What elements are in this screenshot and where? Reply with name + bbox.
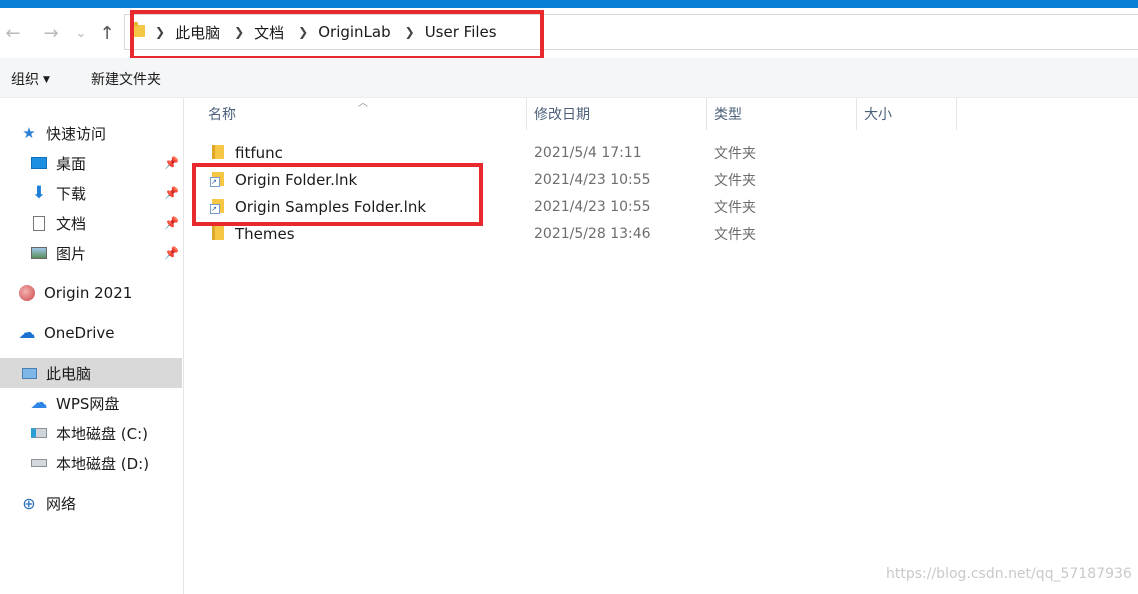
pin-icon[interactable]: 📌 <box>164 186 179 200</box>
sidebar-item-quick-access[interactable]: ★ 快速访问 <box>0 118 183 148</box>
window-top-strip <box>0 0 1138 8</box>
up-button[interactable]: ↑ <box>96 22 118 44</box>
network-icon: ⊕ <box>22 493 36 513</box>
sidebar-item-label: 快速访问 <box>46 124 107 143</box>
folder-icon <box>212 226 224 240</box>
sidebar-item-pictures[interactable]: 图片 📌 <box>0 238 183 268</box>
new-folder-button[interactable]: 新建文件夹 <box>91 69 161 89</box>
origin-app-icon <box>18 284 36 302</box>
desktop-icon <box>30 154 48 172</box>
sidebar-item-label: 本地磁盘 (C:) <box>56 424 148 443</box>
recent-locations-button[interactable]: ⌄ <box>70 22 92 44</box>
address-highlight-box <box>130 10 544 60</box>
file-name: fitfunc <box>235 143 283 162</box>
documents-icon <box>30 214 48 232</box>
column-header-size[interactable]: 大小 <box>857 98 956 130</box>
sidebar-item-label: 桌面 <box>56 154 87 173</box>
file-type: 文件夹 <box>714 172 756 189</box>
sidebar-item-label: 下载 <box>56 184 87 203</box>
drive-icon <box>30 454 48 472</box>
back-arrow-icon: ← <box>5 22 21 44</box>
organize-button[interactable]: 组织 ▼ <box>11 69 50 89</box>
forward-arrow-icon: → <box>43 22 59 44</box>
sidebar-item-desktop[interactable]: 桌面 📌 <box>0 148 183 178</box>
navigation-pane: ★ 快速访问 桌面 📌 ⬇ 下载 📌 文档 📌 图片 📌 Origin 2021… <box>0 98 184 594</box>
column-divider[interactable] <box>956 98 957 130</box>
sidebar-item-label: 文档 <box>56 214 87 233</box>
sidebar-item-drive-d[interactable]: 本地磁盘 (D:) <box>0 448 183 478</box>
sidebar-item-label: 网络 <box>46 494 77 513</box>
column-header-type[interactable]: 类型 <box>707 98 856 130</box>
shortcut-files-highlight-box <box>192 163 483 226</box>
sidebar-item-drive-c[interactable]: 本地磁盘 (C:) <box>0 418 183 448</box>
back-button[interactable]: ← <box>2 22 24 44</box>
sidebar-item-network[interactable]: ⊕ 网络 <box>0 488 183 518</box>
column-header-label: 名称 <box>208 107 236 123</box>
command-bar: 组织 ▼ 新建文件夹 <box>0 58 1138 98</box>
download-icon: ⬇ <box>31 183 47 203</box>
forward-button[interactable]: → <box>40 22 62 44</box>
new-folder-label: 新建文件夹 <box>91 72 161 88</box>
sidebar-item-label: WPS网盘 <box>56 394 120 413</box>
file-modified: 2021/4/23 10:55 <box>534 171 651 188</box>
caret-down-icon: ▼ <box>43 75 50 85</box>
sidebar-item-label: 本地磁盘 (D:) <box>56 454 150 473</box>
sidebar-item-label: 图片 <box>56 244 87 263</box>
up-arrow-icon: ↑ <box>99 22 115 44</box>
pictures-icon <box>30 244 48 262</box>
file-modified: 2021/5/4 17:11 <box>534 144 642 161</box>
file-row-fitfunc[interactable]: fitfunc 2021/5/4 17:11 文件夹 <box>196 139 956 166</box>
chevron-down-icon: ⌄ <box>75 25 87 41</box>
pin-icon[interactable]: 📌 <box>164 156 179 170</box>
cloud-icon: ☁ <box>18 323 36 343</box>
sidebar-item-this-pc[interactable]: 此电脑 <box>0 358 182 388</box>
sidebar-item-origin[interactable]: Origin 2021 <box>0 278 183 308</box>
pin-icon[interactable]: 📌 <box>164 246 179 260</box>
organize-label: 组织 <box>11 72 39 88</box>
column-header-modified[interactable]: 修改日期 <box>527 98 706 130</box>
sidebar-item-downloads[interactable]: ⬇ 下载 📌 <box>0 178 183 208</box>
sidebar-item-label: Origin 2021 <box>44 284 133 302</box>
sidebar-item-wps[interactable]: ☁ WPS网盘 <box>0 388 183 418</box>
file-modified: 2021/5/28 13:46 <box>534 225 651 242</box>
folder-icon <box>212 145 224 159</box>
file-type: 文件夹 <box>714 199 756 216</box>
column-header-label: 类型 <box>714 107 742 123</box>
column-header-label: 修改日期 <box>534 107 590 123</box>
file-type: 文件夹 <box>714 145 756 162</box>
wps-cloud-icon: ☁ <box>30 393 48 413</box>
watermark: https://blog.csdn.net/qq_57187936 <box>886 566 1132 582</box>
file-modified: 2021/4/23 10:55 <box>534 198 651 215</box>
column-header-name[interactable]: 名称 <box>201 98 526 130</box>
star-icon: ★ <box>22 124 36 142</box>
sidebar-item-onedrive[interactable]: ☁ OneDrive <box>0 318 183 348</box>
sidebar-item-label: OneDrive <box>44 324 115 342</box>
windows-drive-icon <box>30 424 48 442</box>
column-header-label: 大小 <box>864 107 892 123</box>
computer-icon <box>20 364 38 382</box>
pin-icon[interactable]: 📌 <box>164 216 179 230</box>
file-type: 文件夹 <box>714 226 756 243</box>
sidebar-item-label: 此电脑 <box>46 364 92 383</box>
sidebar-item-documents[interactable]: 文档 📌 <box>0 208 183 238</box>
